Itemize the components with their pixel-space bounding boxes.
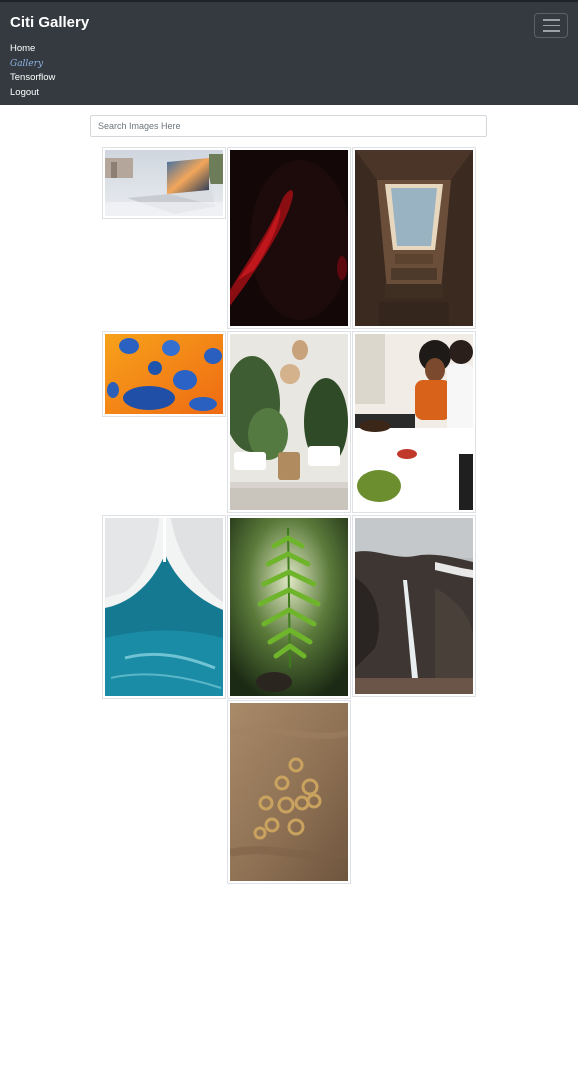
hamburger-menu-icon[interactable] [534,13,568,38]
nav-link-gallery[interactable]: Gallery [10,57,55,72]
nav-links: Home Gallery Tensorflow Logout [10,42,55,100]
brand-title[interactable]: Citi Gallery [10,14,89,31]
nav-link-logout[interactable]: Logout [10,86,55,101]
nav-link-tensorflow[interactable]: Tensorflow [10,71,55,86]
gallery-image-couple-cooking[interactable] [352,331,476,513]
gallery-image-rings[interactable] [227,700,351,884]
gallery-image-red-fabric[interactable] [227,147,351,329]
nav-link-home[interactable]: Home [10,42,55,57]
gallery-image-ocean-aerial[interactable] [102,515,226,699]
gallery-image-laptop[interactable] [102,147,226,219]
navbar: Citi Gallery Home Gallery Tensorflow Log… [0,0,578,105]
gallery-image-fern[interactable] [227,515,351,699]
gallery-image-plants-room[interactable] [227,331,351,513]
gallery-image-skylight[interactable] [352,147,476,329]
gallery-image-droplets[interactable] [102,331,226,417]
gallery-image-waterfall[interactable] [352,515,476,697]
search-input[interactable] [90,115,487,137]
